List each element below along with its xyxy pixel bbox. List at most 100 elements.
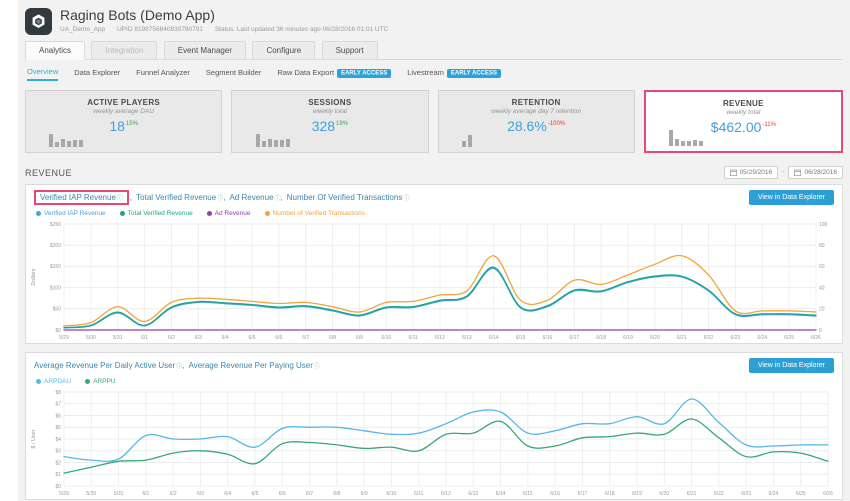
app-key: UA_Demo_App — [60, 26, 106, 33]
svg-text:6/19: 6/19 — [623, 335, 633, 341]
title-separator: , — [223, 193, 226, 202]
analytics-subnav: Overview Data Explorer Funnel Analyzer S… — [25, 60, 843, 87]
card-value-number: 18 — [109, 118, 125, 134]
subnav-livestream[interactable]: Livestream EARLY ACCESS — [407, 68, 502, 80]
tab-support[interactable]: Support — [321, 41, 378, 60]
subnav-segment-builder[interactable]: Segment Builder — [206, 68, 261, 80]
svg-text:100: 100 — [819, 222, 828, 228]
card-active-players[interactable]: ACTIVE PLAYERS weekly average DAU 1815% — [25, 90, 223, 153]
title-separator: , — [129, 193, 133, 202]
date-to-input[interactable]: 06/28/2016 — [788, 166, 843, 179]
svg-text:6/19: 6/19 — [632, 491, 642, 497]
svg-text:5/31: 5/31 — [114, 491, 124, 497]
legend-label: Verified IAP Revenue — [44, 210, 106, 217]
card-delta: -100% — [547, 121, 566, 127]
svg-text:40: 40 — [819, 285, 825, 291]
svg-text:Dollars: Dollars — [31, 268, 37, 285]
info-icon[interactable]: ⓘ — [314, 361, 320, 370]
chart-legend: Verified IAP Revenue Total Verified Reve… — [26, 209, 842, 219]
legend-label: ARPPU — [93, 378, 116, 385]
legend-total-verified-revenue[interactable]: Total Verified Revenue — [119, 210, 193, 217]
card-title: ACTIVE PLAYERS — [87, 98, 161, 107]
card-value: 28.6%-100% — [439, 118, 634, 134]
legend-arpdau[interactable]: ARPDAU — [36, 378, 71, 385]
page: Raging Bots (Demo App) UA_Demo_App UPID … — [18, 0, 850, 501]
view-in-data-explorer-button[interactable]: View in Data Explorer — [748, 190, 834, 205]
arpu-chart-panel: Average Revenue Per Daily Active User ⓘ ,… — [25, 352, 843, 500]
subnav-data-explorer[interactable]: Data Explorer — [74, 68, 120, 80]
svg-text:6/14: 6/14 — [496, 491, 506, 497]
arpu-line-chart: $0 $1 $2 $3 $4 $5 $6 $7 $8 5/29 5/30 5/31 6/1 6/2 6/3 6… — [31, 390, 833, 497]
svg-text:6/7: 6/7 — [302, 335, 309, 341]
info-icon[interactable]: ⓘ — [117, 193, 123, 202]
legend-dot-icon — [36, 379, 41, 384]
svg-text:$7: $7 — [55, 402, 61, 408]
svg-text:6/4: 6/4 — [224, 491, 231, 497]
metric-link-verified-transactions[interactable]: Number Of Verified Transactions — [287, 193, 403, 202]
card-value-number: 328 — [311, 118, 336, 134]
card-revenue-selected[interactable]: REVENUE weekly total $462.00-11% — [643, 90, 843, 153]
calendar-icon — [729, 169, 737, 176]
svg-text:6/3: 6/3 — [197, 491, 204, 497]
main-tabs: Analytics Integration Event Manager Conf… — [25, 40, 843, 60]
card-sparkbars — [255, 134, 290, 147]
svg-text:6/18: 6/18 — [605, 491, 615, 497]
svg-text:$6: $6 — [55, 413, 61, 419]
title-separator: , — [182, 361, 185, 370]
metric-link-ad-revenue[interactable]: Ad Revenue — [229, 193, 273, 202]
svg-text:6/26: 6/26 — [823, 491, 833, 497]
card-subtitle: weekly average day 7 retention — [491, 108, 582, 115]
legend-arppu[interactable]: ARPPU — [85, 378, 116, 385]
unity-logo-icon — [25, 8, 52, 35]
date-from-value: 05/29/2016 — [739, 169, 773, 176]
panel-head: Verified IAP Revenue ⓘ , Total Verified R… — [26, 185, 842, 209]
svg-text:$250: $250 — [50, 222, 61, 228]
tab-analytics[interactable]: Analytics — [25, 41, 86, 60]
subnav-funnel-analyzer[interactable]: Funnel Analyzer — [136, 68, 190, 80]
metric-link-total-verified-revenue[interactable]: Total Verified Revenue — [136, 193, 216, 202]
svg-text:6/15: 6/15 — [516, 335, 526, 341]
svg-text:6/18: 6/18 — [596, 335, 606, 341]
tab-event-manager[interactable]: Event Manager — [163, 41, 246, 60]
svg-text:5/31: 5/31 — [113, 335, 123, 341]
svg-text:6/1: 6/1 — [142, 491, 149, 497]
date-to-value: 06/28/2016 — [804, 169, 837, 176]
svg-text:6/1: 6/1 — [141, 335, 148, 341]
subnav-overview[interactable]: Overview — [27, 67, 59, 81]
card-value: 32819% — [232, 118, 427, 134]
svg-text:5/29: 5/29 — [59, 335, 69, 341]
svg-text:6/12: 6/12 — [441, 491, 451, 497]
svg-text:6/10: 6/10 — [387, 491, 397, 497]
tab-configure[interactable]: Configure — [252, 41, 316, 60]
panel-head: Average Revenue Per Daily Active User ⓘ ,… — [26, 353, 842, 377]
svg-text:6/17: 6/17 — [578, 491, 588, 497]
card-sessions[interactable]: SESSIONS weekly total 32819% — [231, 90, 429, 153]
legend-verified-transactions[interactable]: Number of Verified Transactions — [264, 210, 365, 217]
kpi-cards: ACTIVE PLAYERS weekly average DAU 1815% … — [25, 90, 843, 153]
view-in-data-explorer-button[interactable]: View in Data Explorer — [748, 358, 834, 373]
legend-verified-iap-revenue[interactable]: Verified IAP Revenue — [36, 210, 106, 217]
date-from-input[interactable]: 05/29/2016 — [723, 166, 779, 179]
subnav-raw-data-export[interactable]: Raw Data Export EARLY ACCESS — [277, 68, 392, 80]
metric-link-verified-iap-revenue-selected[interactable]: Verified IAP Revenue ⓘ — [34, 190, 129, 205]
card-retention[interactable]: RETENTION weekly average day 7 retention… — [437, 90, 635, 153]
svg-text:$50: $50 — [53, 307, 62, 313]
legend-ad-revenue[interactable]: Ad Revenue — [206, 210, 251, 217]
svg-text:6/5: 6/5 — [252, 491, 259, 497]
app-upid: UPID 8198756840830780791 — [116, 26, 204, 33]
early-access-badge: EARLY ACCESS — [337, 68, 392, 78]
revenue-line-chart: $0 $50 $100 $150 $200 $250 0 20 40 60 80 100 5/29 5/3… — [31, 222, 828, 341]
svg-text:0: 0 — [819, 328, 822, 334]
panel-title: Verified IAP Revenue ⓘ , Total Verified R… — [34, 190, 409, 205]
card-subtitle: weekly total — [726, 109, 761, 116]
svg-text:6/20: 6/20 — [659, 491, 669, 497]
legend-dot-icon — [85, 379, 91, 384]
panel-title: Average Revenue Per Daily Active User ⓘ ,… — [34, 361, 320, 370]
svg-text:5/30: 5/30 — [86, 491, 96, 497]
date-separator: - — [782, 169, 785, 176]
svg-text:6/11: 6/11 — [408, 335, 418, 341]
metric-link-arpdau[interactable]: Average Revenue Per Daily Active User — [34, 361, 175, 370]
metric-link-arppu[interactable]: Average Revenue Per Paying User — [189, 361, 313, 370]
info-icon[interactable]: ⓘ — [403, 193, 409, 202]
tab-integration[interactable]: Integration — [91, 41, 158, 60]
